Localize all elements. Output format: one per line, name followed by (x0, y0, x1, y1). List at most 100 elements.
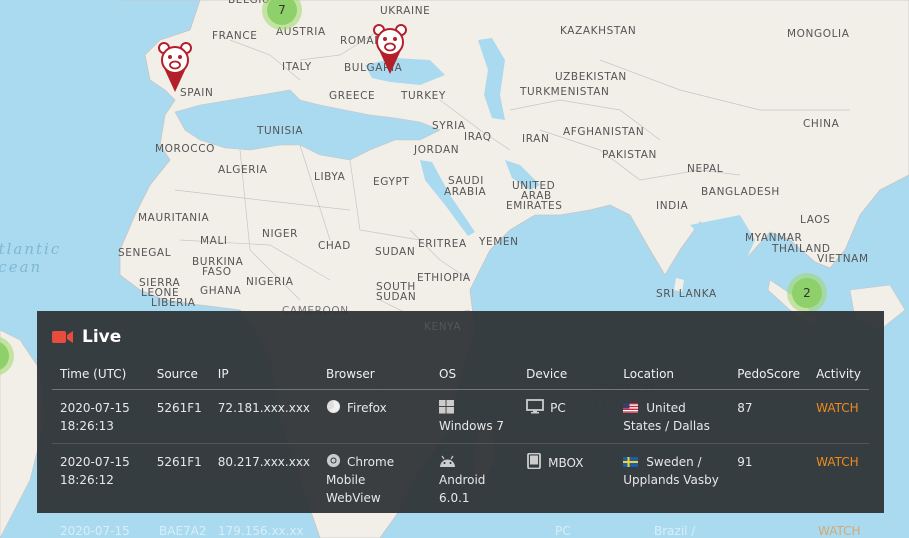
partial-row-time: 2020-07-15 (60, 524, 130, 538)
column-header-os[interactable]: OS (431, 361, 519, 390)
chrome-icon (326, 453, 341, 468)
map-label-jordan: JORDAN (414, 144, 460, 156)
live-panel-header: Live (52, 327, 121, 347)
column-header-pedoscore[interactable]: PedoScore (729, 361, 809, 390)
os-name: Windows 7 (439, 419, 505, 433)
os-name: Android (439, 473, 486, 487)
os-version: 6.0.1 (439, 491, 470, 505)
cell-location: Sweden / Upplands Vasby (615, 444, 729, 516)
map-label-eritrea: ERITREA (418, 238, 467, 250)
partial-row-watch-link[interactable]: WATCH (818, 524, 861, 538)
browser-name: Firefox (347, 401, 387, 415)
cell-location: United States / Dallas (615, 389, 730, 444)
map-label-ghana: GHANA (200, 285, 242, 297)
column-header-activity[interactable]: Activity (808, 361, 869, 390)
map-label-greece: GREECE (329, 90, 376, 102)
partial-row-device: PC (555, 524, 571, 538)
map-label-sudan: SUDAN (375, 246, 416, 258)
map-label-laos: LAOS (800, 214, 831, 226)
cell-ip: 72.181.xxx.xxx (209, 389, 319, 444)
cell-browser: Chrome Mobile WebView (318, 444, 431, 516)
map-label-egypt: EGYPT (373, 176, 410, 188)
browser-name-line2: Mobile WebView (326, 473, 381, 505)
watch-link[interactable]: WATCH (816, 455, 859, 469)
monitor-icon (526, 399, 545, 414)
column-header-device[interactable]: Device (518, 361, 616, 390)
map-label-turkey: TURKEY (401, 90, 446, 102)
map-label-nepal: NEPAL (687, 163, 724, 175)
cluster-count: 7 (267, 0, 297, 25)
bear-pin-marker-romania[interactable] (373, 22, 407, 76)
cell-time: 2020-07-15 18:26:12 (52, 444, 149, 516)
column-header-time[interactable]: Time (UTC) (52, 361, 149, 390)
map-label-mauritania: MAURITANIA (138, 212, 210, 224)
cell-date: 2020-07-15 (60, 401, 130, 415)
cluster-count (0, 341, 9, 371)
map-label-uzbekistan: UZBEKISTAN (555, 71, 627, 83)
map-label-italy: ITALY (282, 61, 312, 73)
map-label-faso: FASO (202, 266, 232, 278)
location-line2: Upplands Vasby (623, 473, 719, 487)
bear-pin-marker-spain[interactable] (158, 40, 192, 94)
map-label-arabia: ARABIA (444, 186, 487, 198)
map-label-iran: IRAN (522, 133, 550, 145)
cell-browser: Firefox (318, 389, 432, 444)
map-label-south-sudan: SUDAN (376, 291, 417, 303)
cell-device: PC (518, 389, 616, 444)
cell-clock: 18:26:13 (60, 419, 114, 433)
column-header-source[interactable]: Source (148, 361, 210, 390)
cell-os: Android 6.0.1 (431, 444, 518, 516)
map-label-iraq: IRAQ (464, 131, 492, 143)
cell-score: 87 (729, 389, 809, 444)
map-label-nigeria: NIGERIA (246, 276, 294, 288)
ocean-label-atlantic: Atlantic (0, 240, 62, 258)
cell-activity: WATCH (808, 444, 869, 516)
map-label-yemen: YEMEN (479, 236, 519, 248)
partial-row-source: BAE7A2 (159, 524, 207, 538)
column-header-location[interactable]: Location (615, 361, 730, 390)
cell-os: Windows 7 (431, 389, 519, 444)
map-label-tunisia: TUNISIA (257, 125, 304, 137)
watch-link[interactable]: WATCH (816, 401, 859, 415)
map-label-pakistan: PAKISTAN (602, 149, 657, 161)
map-label-sri-lanka: SRI LANKA (656, 288, 717, 300)
live-table: Time (UTC) Source IP Browser OS Device L… (52, 361, 869, 515)
cell-ip: 80.217.xxx.xxx (217, 455, 311, 469)
map-label-liberia: LIBERIA (151, 297, 196, 309)
cluster-count: 2 (792, 278, 822, 308)
map-label-kenya: KENYA (424, 321, 462, 333)
device-name: MBOX (548, 456, 584, 470)
map-label-mali: MALI (200, 235, 228, 247)
map-label-syria: SYRIA (432, 120, 466, 132)
cell-score: 91 (737, 455, 753, 469)
cell-time: 2020-07-15 18:26:13 (52, 389, 149, 444)
map-label-libya: LIBYA (314, 171, 346, 183)
cell-device: MBOX (518, 444, 615, 516)
location-line2: States / Dallas (623, 419, 710, 433)
sweden-flag-icon (623, 457, 639, 467)
map-label-senegal: SENEGAL (118, 247, 172, 259)
column-header-ip[interactable]: IP (209, 361, 319, 390)
device-name: PC (550, 401, 566, 415)
live-panel-title: Live (82, 327, 122, 347)
column-header-browser[interactable]: Browser (318, 361, 432, 390)
table-row[interactable]: 2020-07-15 18:26:13 5261F1 72.181.xxx.xx… (52, 389, 869, 444)
windows-icon (439, 400, 454, 414)
camera-icon (52, 331, 73, 343)
map-label-mongolia: MONGOLIA (787, 28, 850, 40)
partial-row-location: Brazil / (654, 524, 696, 538)
table-row[interactable]: 2020-07-15 18:26:12 5261F1 80.217.xxx.xx… (52, 444, 869, 516)
location-line1: United (646, 401, 686, 415)
map-label-china: CHINA (803, 118, 840, 130)
map-label-kazakhstan: KAZAKHSTAN (560, 25, 637, 37)
android-icon (440, 455, 456, 467)
cell-activity: WATCH (808, 389, 869, 444)
table-header-row: Time (UTC) Source IP Browser OS Device L… (52, 361, 869, 390)
map-label-emirates: EMIRATES (506, 200, 563, 212)
cluster-marker-indonesia[interactable]: 2 (787, 273, 827, 313)
cell-source: 5261F1 (148, 389, 210, 444)
cell-source: 5261F1 (156, 455, 202, 469)
firefox-icon (326, 399, 341, 414)
map-label-morocco: MOROCCO (155, 143, 216, 155)
partial-row-ip: 179.156.xx.xx (218, 524, 304, 538)
